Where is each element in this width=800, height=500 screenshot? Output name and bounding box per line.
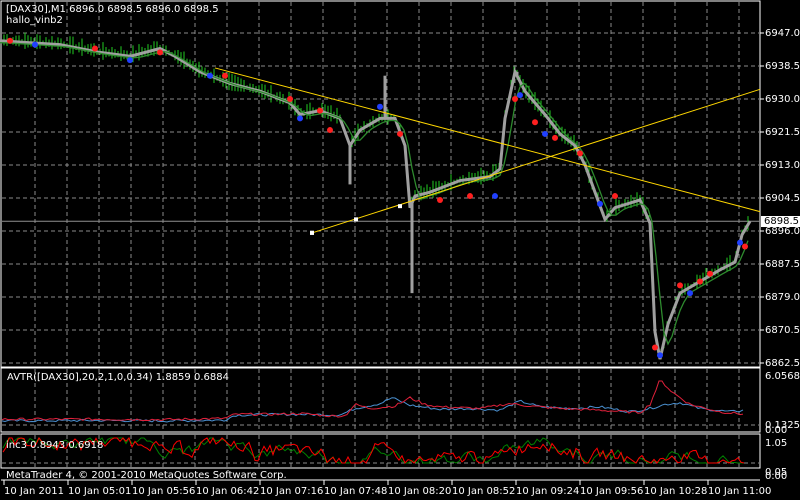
signal-dot-red [7, 37, 13, 44]
time-axis-label: 10 Jan 09:56 [580, 486, 644, 497]
signal-dot-red [707, 270, 713, 277]
signal-dot-red [397, 130, 403, 137]
copyright: MetaTrader 4, © 2001-2010 MetaQuotes Sof… [6, 470, 287, 481]
avtr-red-line [1, 380, 744, 422]
chart-canvas[interactable] [0, 0, 800, 500]
signal-dot-blue [597, 200, 603, 207]
signal-dot-red [532, 119, 538, 126]
current-price-badge: 6898.5 [761, 216, 800, 227]
time-axis-label: 10 Jan 11:00 [708, 486, 772, 497]
time-axis-label: 10 Jan 08:52 [452, 486, 516, 497]
signal-dot-red [552, 134, 558, 141]
price-axis-label: 6947.0 [765, 28, 800, 39]
price-axis-label: 6887.5 [765, 259, 800, 270]
avtr-title: AVTR([DAX30],20,2,1,0,0.34) 1.8859 0.688… [7, 372, 229, 383]
signal-dot-red [652, 344, 658, 351]
price-axis-label: 6930.0 [765, 94, 800, 105]
signal-dot-red [512, 96, 518, 102]
time-axis-label: 10 Jan 06:42 [196, 486, 260, 497]
signal-dot-red [697, 278, 703, 285]
time-axis-label: 10 Jan 10:28 [644, 486, 708, 497]
inc3-title: inc3 0.8943 0.6918 [6, 440, 104, 451]
moving-average-line [0, 42, 749, 346]
price-axis-label: 6862.5 [765, 358, 800, 369]
signal-dot-blue [542, 130, 548, 137]
signal-dot-red [677, 282, 683, 289]
time-axis-label: 10 Jan 05:56 [132, 486, 196, 497]
trendline-anchor [310, 230, 314, 235]
time-axis-label: 10 Jan 08:20 [388, 486, 452, 497]
signal-dot-blue [492, 193, 498, 200]
trendline [214, 67, 761, 213]
inc3-red-line [2, 436, 745, 464]
price-axis-label: 6896.0 [765, 226, 800, 237]
signal-dot-red [92, 45, 98, 52]
time-axis-label: 10 Jan 2011 [4, 486, 64, 497]
time-axis-label: 10 Jan 07:16 [260, 486, 324, 497]
signal-dot-blue [737, 239, 743, 246]
signal-dot-red [467, 193, 473, 200]
signal-dot-red [742, 243, 748, 250]
signal-dot-blue [207, 72, 213, 79]
signal-dot-red [577, 150, 583, 157]
signal-dot-red [612, 193, 618, 200]
inc3-max-label: 1.05 [765, 438, 788, 449]
signal-dot-blue [32, 41, 38, 48]
signal-dot-red [317, 107, 323, 114]
signal-dot-blue [687, 290, 693, 297]
price-axis-label: 6938.5 [765, 61, 800, 72]
price-axis-label: 6879.0 [765, 292, 800, 303]
signal-dot-blue [127, 57, 133, 64]
trendline-anchor [354, 217, 358, 222]
price-axis-label: 6913.0 [765, 160, 800, 171]
signal-dot-red [222, 72, 228, 79]
signal-dot-blue [297, 115, 303, 122]
signal-dot-red [327, 127, 333, 134]
indicator-name: hallo_vinb2 [6, 15, 63, 26]
price-axis-label: 6904.5 [765, 193, 800, 204]
inc3-zero-label: 0.00 [765, 471, 788, 482]
time-axis-label: 10 Jan 05:01 [68, 486, 132, 497]
signal-dot-red [437, 196, 443, 203]
avtr-blue-line [1, 397, 744, 423]
price-axis-label: 6921.5 [765, 127, 800, 138]
trendline-anchor [398, 204, 402, 209]
inc3-green-line [2, 437, 744, 464]
time-axis-label: 10 Jan 09:24 [516, 486, 580, 497]
signal-dot-red [287, 96, 293, 102]
signal-dot-red [157, 49, 163, 56]
symbol-header: [DAX30],M1 6896.0 6898.5 6896.0 6898.5 [6, 4, 219, 15]
avtr-zero-label: 0.00 [765, 425, 788, 436]
avtr-max-label: 6.0568 [765, 371, 800, 382]
time-axis-label: 10 Jan 07:48 [324, 486, 388, 497]
price-line [0, 39, 752, 360]
price-axis-label: 6870.5 [765, 325, 800, 336]
signal-dot-blue [657, 352, 663, 359]
signal-dot-blue [377, 103, 383, 110]
signal-dot-blue [517, 92, 523, 99]
